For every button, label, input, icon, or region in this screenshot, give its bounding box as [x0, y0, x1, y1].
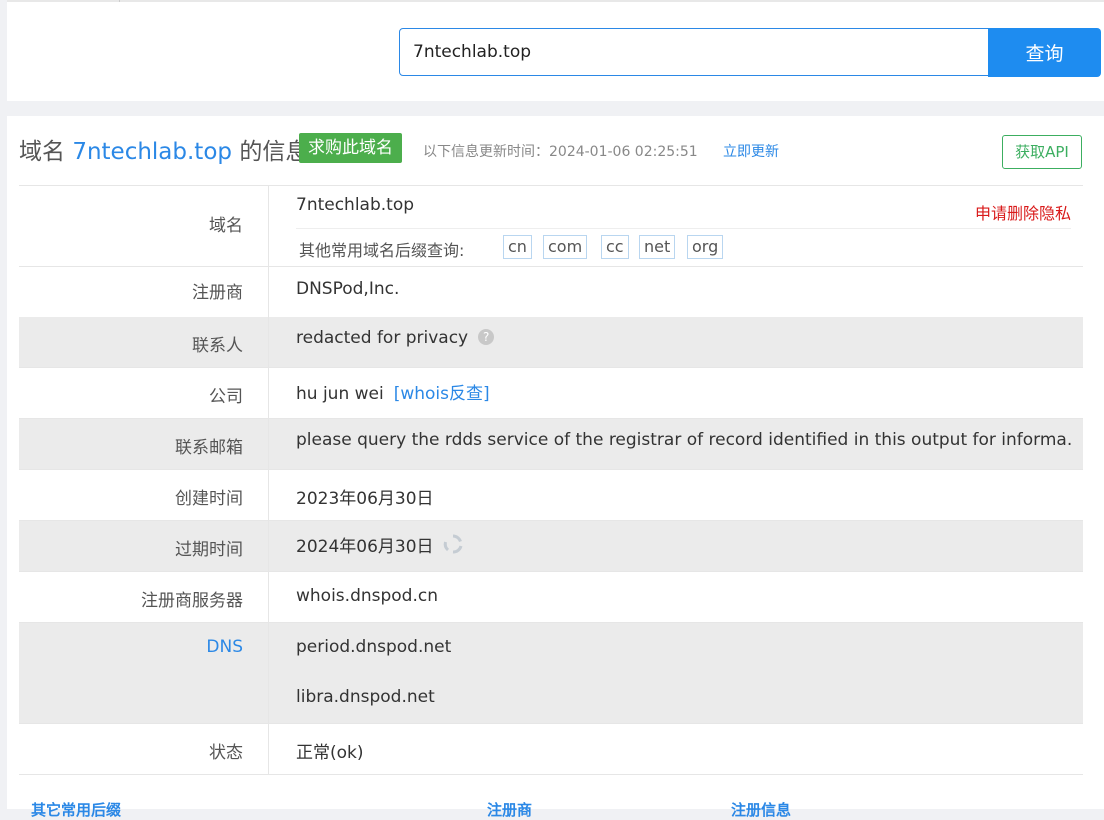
get-api-button[interactable]: 获取API [1002, 135, 1082, 169]
update-now-link[interactable]: 立即更新 [723, 141, 779, 161]
email-value: please query the rdds service of the reg… [296, 430, 1071, 450]
created-value: 2023年06月30日 [296, 489, 434, 509]
label-company: 公司 [19, 368, 269, 418]
row-contact: 联系人 redacted for privacy? [19, 317, 1083, 368]
tab-strip-divider [119, 0, 120, 2]
title-prefix: 域名 [19, 139, 65, 165]
row-email: 联系邮箱 please query the rdds service of th… [19, 419, 1083, 470]
suffix-com-link[interactable]: com [543, 235, 588, 259]
row-dns: DNS period.dnspod.net libra.dnspod.net [19, 623, 1083, 724]
server-value: whois.dnspod.cn [296, 586, 438, 606]
privacy-delete-link[interactable]: 申请删除隐私 [975, 200, 1071, 224]
search-panel: 查询 [7, 0, 1104, 101]
row-domain: 域名 7ntechlab.top 申请删除隐私 其他常用域名后缀查询: cn c… [19, 186, 1083, 267]
tab-registration-info[interactable]: 注册信息 [731, 799, 791, 820]
page-title: 域名 7ntechlab.top 的信息 [19, 132, 308, 166]
row-company: 公司 hu jun wei [whois反查] [19, 368, 1083, 419]
expire-value: 2024年06月30日 [296, 537, 434, 557]
refresh-icon[interactable] [442, 533, 464, 560]
tab-registrar[interactable]: 注册商 [487, 799, 532, 820]
info-header: 域名 7ntechlab.top 的信息 求购此域名 以下信息更新时间：2024… [19, 130, 1099, 169]
contact-value-wrap: redacted for privacy? [296, 328, 495, 348]
domain-search-input[interactable] [399, 28, 989, 76]
label-server: 注册商服务器 [19, 572, 269, 622]
row-server: 注册商服务器 whois.dnspod.cn [19, 572, 1083, 623]
label-contact: 联系人 [19, 317, 269, 367]
company-value-wrap: hu jun wei [whois反查] [296, 379, 490, 404]
tab-other-suffixes[interactable]: 其它常用后缀 [31, 799, 121, 820]
whois-table: 域名 7ntechlab.top 申请删除隐私 其他常用域名后缀查询: cn c… [19, 186, 1083, 775]
label-email: 联系邮箱 [19, 419, 269, 469]
suffix-org-link[interactable]: org [687, 235, 724, 259]
row-expire: 过期时间 2024年06月30日 [19, 521, 1083, 572]
title-suffix: 的信息 [239, 139, 309, 165]
label-domain: 域名 [19, 186, 269, 266]
update-time-text: 以下信息更新时间：2024-01-06 02:25:51 [423, 144, 698, 160]
label-created: 创建时间 [19, 470, 269, 520]
buy-domain-button[interactable]: 求购此域名 [299, 133, 402, 163]
dns-value-1: period.dnspod.net [296, 637, 452, 657]
search-button[interactable]: 查询 [988, 28, 1101, 77]
suffix-net-link[interactable]: net [639, 235, 676, 259]
label-registrar: 注册商 [19, 267, 269, 317]
whois-reverse-link[interactable]: [whois反查] [394, 384, 490, 404]
suffix-label: 其他常用域名后缀查询: [299, 241, 465, 260]
suffix-divider [296, 228, 1071, 229]
expire-value-wrap: 2024年06月30日 [296, 532, 464, 560]
suffix-cc-link[interactable]: cc [601, 235, 629, 259]
dns-value-2: libra.dnspod.net [296, 687, 435, 707]
bottom-tab-bar: 其它常用后缀 注册商 注册信息 [31, 799, 1104, 819]
row-registrar: 注册商 DNSPod,Inc. [19, 267, 1083, 317]
row-created: 创建时间 2023年06月30日 [19, 470, 1083, 521]
tab-strip-border [7, 0, 1104, 2]
registrar-value: DNSPod,Inc. [296, 279, 400, 299]
label-dns: DNS [19, 623, 269, 723]
company-value: hu jun wei [296, 384, 384, 404]
domain-value: 7ntechlab.top [296, 195, 415, 215]
label-expire: 过期时间 [19, 521, 269, 571]
status-value: 正常(ok) [296, 743, 364, 763]
title-domain: 7ntechlab.top [72, 139, 232, 165]
whois-info-card: 域名 7ntechlab.top 的信息 求购此域名 以下信息更新时间：2024… [7, 116, 1104, 819]
row-status: 状态 正常(ok) [19, 724, 1083, 775]
suffix-cn-link[interactable]: cn [503, 235, 532, 259]
help-icon[interactable]: ? [478, 329, 495, 345]
contact-value: redacted for privacy [296, 328, 469, 348]
label-status: 状态 [19, 724, 269, 774]
